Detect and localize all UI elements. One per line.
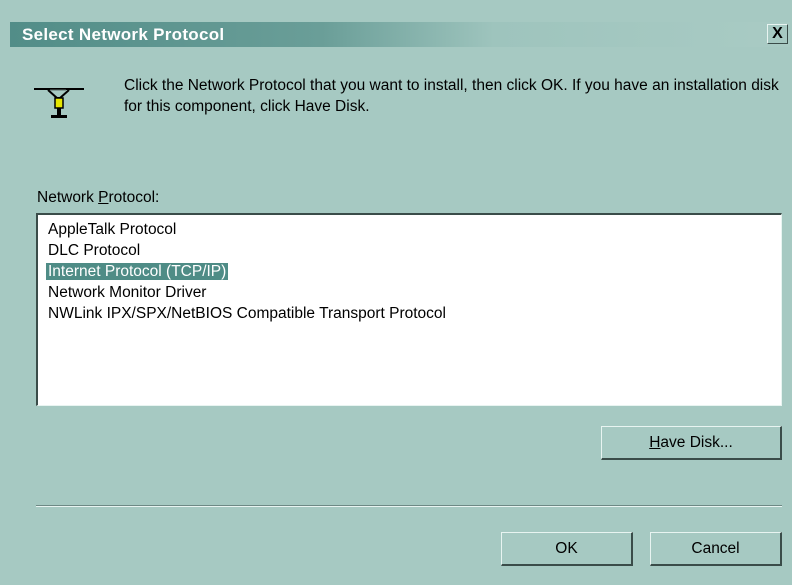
list-item[interactable]: NWLink IPX/SPX/NetBIOS Compatible Transp…: [46, 304, 781, 325]
close-icon: X: [772, 25, 783, 42]
cancel-button[interactable]: Cancel: [650, 532, 782, 566]
select-network-protocol-dialog: Select Network Protocol X Click the Netw…: [0, 0, 792, 585]
network-protocol-label: Network Protocol:: [37, 189, 159, 207]
close-button[interactable]: X: [767, 24, 788, 44]
label-rest: rotocol:: [108, 189, 160, 206]
label-prefix: Network: [37, 189, 99, 206]
list-item[interactable]: Network Monitor Driver: [46, 283, 781, 304]
ok-button[interactable]: OK: [501, 532, 633, 566]
network-protocol-icon: [34, 88, 84, 118]
label-accelerator: P: [98, 189, 109, 206]
list-item-selected[interactable]: Internet Protocol (TCP/IP): [46, 262, 781, 283]
have-disk-accelerator: H: [649, 434, 661, 451]
have-disk-label: ave Disk...: [660, 434, 733, 451]
list-item[interactable]: DLC Protocol: [46, 241, 781, 262]
network-protocol-listbox[interactable]: AppleTalk Protocol DLC Protocol Internet…: [36, 213, 782, 406]
window-title: Select Network Protocol: [22, 25, 225, 44]
separator: [36, 505, 782, 507]
list-item[interactable]: AppleTalk Protocol: [46, 220, 781, 241]
have-disk-button[interactable]: Have Disk...: [601, 426, 782, 460]
instruction-text: Click the Network Protocol that you want…: [124, 77, 779, 115]
title-bar[interactable]: Select Network Protocol X: [10, 22, 790, 47]
